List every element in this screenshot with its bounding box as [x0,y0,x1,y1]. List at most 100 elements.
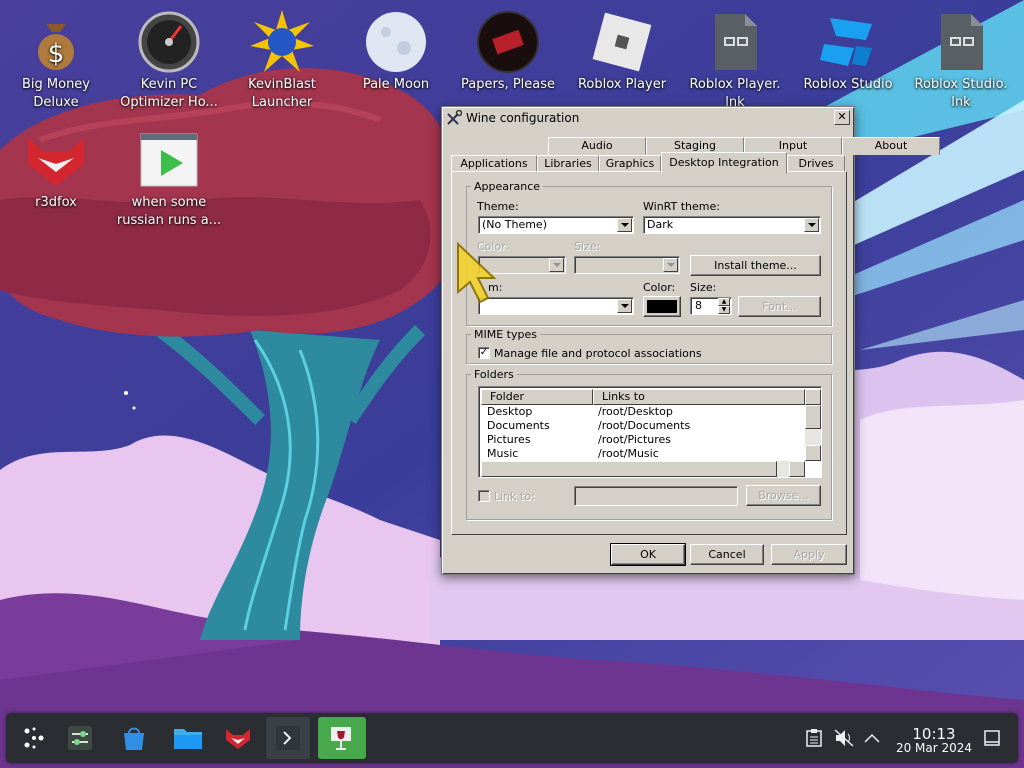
folder-name: Documents [487,419,550,432]
fox-icon [24,128,88,192]
link-to-label: Link to: [494,490,535,503]
chevron-down-icon [663,258,678,272]
desktop-icon-r3dfox[interactable]: r3dfox [0,122,112,212]
size-select[interactable] [574,256,680,274]
folders-legend: Folders [474,368,514,381]
volume-muted-icon[interactable] [834,729,854,747]
scroll-thumb[interactable] [805,405,821,429]
clock-date[interactable]: 20 Mar 2024 [886,741,982,755]
desktop-icon-label: Big Money Deluxe [21,77,90,110]
desktop-icon-kevinblast-launcher[interactable]: KevinBlast Launcher [226,4,338,112]
chevron-down-icon [549,258,564,272]
winrt-theme-label: WinRT theme: [643,200,720,213]
size-value: 8 [695,299,702,312]
taskbar-terminal[interactable] [266,717,310,759]
column-header-folder[interactable]: Folder [481,389,593,405]
manage-associations-label: Manage file and protocol associations [494,347,702,360]
theme-select-value: (No Theme) [482,218,547,231]
cancel-button[interactable]: Cancel [690,544,764,565]
store-bag-icon [124,727,144,750]
terminal-icon [276,726,300,750]
scroll-thumb[interactable] [481,461,777,477]
wine-glass-icon [331,727,351,750]
money-bag-icon: $ [24,10,88,74]
ok-button[interactable]: OK [610,543,686,566]
scroll-down-icon[interactable] [805,445,821,461]
tab-desktop-integration[interactable]: Desktop Integration [661,152,787,174]
winrt-theme-select[interactable]: Dark [643,216,821,234]
moon-icon [364,10,428,74]
folder-name: Desktop [487,405,533,418]
folder-link: /root/Music [598,447,659,460]
tray-expand-icon[interactable] [864,733,880,743]
roblox-icon [590,10,654,74]
folder-link: /root/Pictures [598,433,672,446]
column-header-links-to[interactable]: Links to [593,389,805,405]
wine-tools-icon [447,110,462,125]
taskbar-discover[interactable] [112,717,156,759]
mime-types-legend: MIME types [474,328,537,341]
item-color-label: Color: [643,281,676,294]
scroll-right-icon[interactable] [789,461,805,477]
desktop-icon-pale-moon[interactable]: Pale Moon [340,4,452,94]
title-bar[interactable]: Wine configuration ✕ [444,109,852,127]
taskbar-r3dfox[interactable] [216,717,260,759]
shortcut-file-icon [703,10,767,74]
folder-link: /root/Desktop [598,405,673,418]
speed-gauge-icon [137,10,201,74]
apply-button[interactable]: Apply [771,544,847,565]
svg-text:$: $ [48,39,65,69]
color-swatch-button[interactable] [643,296,681,317]
desktop-icon-kevin-pc-optimizer[interactable]: Kevin PC Optimizer Ho... [113,4,225,112]
link-to-field[interactable] [574,486,738,506]
desktop-icon-video[interactable]: when some russian runs a... [113,122,225,230]
manage-associations-checkbox[interactable]: ✓ [478,347,490,359]
desktop-icon-roblox-player-lnk[interactable]: Roblox Player. lnk [679,4,791,112]
link-to-checkbox[interactable] [478,490,490,502]
desktop-icon-label: Kevin PC Optimizer Ho... [120,77,218,110]
desktop-icon-label: Roblox Player [577,77,667,92]
desktop-icon-roblox-player[interactable]: Roblox Player [566,4,678,94]
scroll-up-icon[interactable] [805,389,821,405]
spinner-down-icon[interactable]: ▼ [718,306,730,314]
taskbar-wine-configuration[interactable] [318,717,366,759]
application-launcher-button[interactable] [12,717,56,759]
font-button[interactable]: Font... [738,296,821,317]
clipboard-icon[interactable] [806,729,822,747]
theme-select[interactable]: (No Theme) [478,216,634,234]
folder-icon [174,729,202,749]
size-spinner[interactable]: 8 ▲ ▼ [690,297,732,315]
spinner-up-icon[interactable]: ▲ [718,298,730,306]
desktop-icon-roblox-studio-lnk[interactable]: Roblox Studio. lnk [905,4,1017,112]
chevron-down-icon [804,218,819,232]
fox-icon [226,729,250,749]
taskbar-dolphin[interactable] [164,717,208,759]
vertical-scrollbar[interactable] [805,389,821,461]
checkmark-icon: ✓ [479,347,489,358]
settings-sliders-icon [68,726,92,750]
close-button[interactable]: ✕ [834,110,850,125]
desktop-icon-roblox-studio[interactable]: Roblox Studio [792,4,904,94]
folders-list[interactable]: Folder Links to Desktop /root/Desktop Do… [478,386,822,478]
launcher-icon [24,727,44,749]
desktop-icon-papers-please[interactable]: Papers, Please [452,4,564,94]
mouse-cursor-icon [457,241,497,304]
browse-button[interactable]: Browse... [746,485,821,506]
appearance-legend: Appearance [474,180,541,193]
horizontal-scrollbar[interactable] [481,461,805,477]
tab-audio[interactable]: Audio [548,137,646,155]
install-theme-button[interactable]: Install theme... [690,255,821,276]
tab-about[interactable]: About [842,137,940,155]
taskbar-system-settings[interactable] [58,717,102,759]
roblox-studio-icon [816,10,880,74]
show-desktop-icon[interactable] [984,730,1000,746]
shortcut-file-icon [929,10,993,74]
folder-link: /root/Documents [598,419,691,432]
color-swatch [647,300,677,313]
item-size-label: Size: [690,281,717,294]
chevron-down-icon [617,218,632,232]
desktop-icon-label: Papers, Please [460,77,556,92]
video-file-icon [137,128,201,192]
desktop-icon-big-money-deluxe[interactable]: $ Big Money Deluxe [0,4,112,112]
desktop-icon-label: KevinBlast Launcher [248,77,316,110]
